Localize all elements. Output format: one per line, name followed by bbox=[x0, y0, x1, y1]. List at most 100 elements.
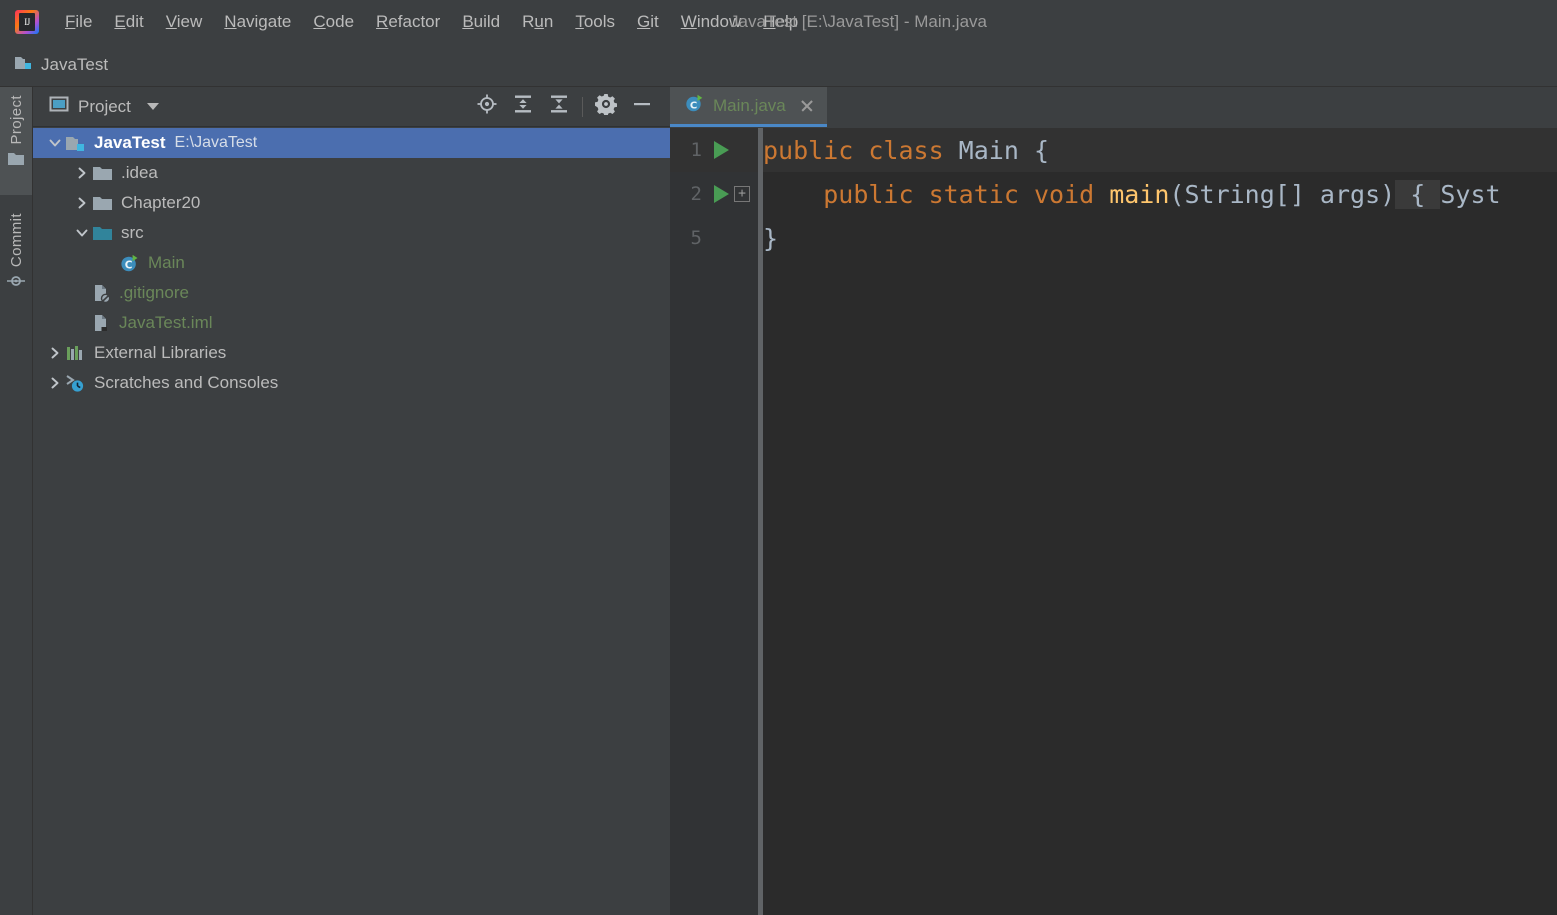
chevron-down-icon[interactable] bbox=[72, 218, 92, 248]
folded-code-region[interactable]: { bbox=[1395, 179, 1441, 209]
expand-all-icon bbox=[512, 93, 534, 120]
navigation-bar: JavaTest bbox=[0, 44, 1557, 87]
crosshair-target-icon bbox=[476, 93, 498, 120]
module-folder-icon bbox=[14, 54, 34, 77]
menu-help[interactable]: Help bbox=[752, 9, 809, 35]
project-panel-toolbar: Project bbox=[33, 87, 670, 127]
project-tool-window: Project JavaTest E:\JavaTest .idea Chapt… bbox=[33, 87, 670, 915]
java-class-run-icon: C bbox=[119, 253, 141, 274]
code-token: class bbox=[868, 135, 959, 165]
chevron-right-icon[interactable] bbox=[72, 158, 92, 188]
stripe-button-commit-label: Commit bbox=[7, 213, 25, 268]
code-token: public bbox=[823, 179, 929, 209]
collapse-all-icon bbox=[548, 93, 570, 120]
gear-icon bbox=[595, 93, 618, 120]
toolbar-separator bbox=[582, 96, 583, 117]
tree-row-label: JavaTest.iml bbox=[119, 313, 213, 332]
folder-icon bbox=[7, 151, 25, 172]
chevron-right-icon[interactable] bbox=[45, 368, 65, 398]
gutter-line-5[interactable]: 5 bbox=[670, 216, 758, 260]
line-number: 5 bbox=[690, 227, 702, 249]
menu-refactor[interactable]: Refactor bbox=[365, 9, 451, 35]
tree-row-label: .idea bbox=[121, 163, 158, 182]
project-view-icon bbox=[49, 95, 69, 118]
hide-panel-button[interactable] bbox=[627, 92, 657, 122]
code-token: static bbox=[928, 179, 1034, 209]
tree-row-idea[interactable]: .idea bbox=[33, 158, 670, 188]
chevron-right-icon[interactable] bbox=[72, 188, 92, 218]
code-token: { bbox=[1018, 135, 1049, 165]
code-token: Main bbox=[958, 135, 1019, 165]
run-gutter-icon[interactable] bbox=[714, 185, 729, 203]
menu-build[interactable]: Build bbox=[451, 9, 511, 35]
tree-row-src[interactable]: src bbox=[33, 218, 670, 248]
stripe-button-commit[interactable]: Commit bbox=[0, 205, 32, 315]
menu-view[interactable]: View bbox=[155, 9, 214, 35]
code-token: public bbox=[763, 135, 869, 165]
tree-row-chapter20[interactable]: Chapter20 bbox=[33, 188, 670, 218]
gutter-line-1[interactable]: 1 bbox=[670, 128, 758, 172]
module-folder-icon bbox=[65, 134, 87, 153]
chevron-down-icon[interactable] bbox=[146, 103, 159, 110]
breadcrumb-label: JavaTest bbox=[41, 55, 109, 74]
line-number: 1 bbox=[690, 139, 702, 161]
code-line-3[interactable]: } bbox=[763, 216, 1557, 260]
tree-row-label: Chapter20 bbox=[121, 193, 201, 212]
menu-edit[interactable]: Edit bbox=[103, 9, 154, 35]
collapse-all-button[interactable] bbox=[544, 92, 574, 122]
menu-git[interactable]: Git bbox=[626, 9, 670, 35]
project-tree[interactable]: JavaTest E:\JavaTest .idea Chapter20 src C Mai… bbox=[33, 128, 670, 915]
run-gutter-icon[interactable] bbox=[714, 141, 729, 159]
select-opened-file-button[interactable] bbox=[472, 92, 502, 122]
editor-gutter[interactable]: 1 2 + 5 bbox=[670, 128, 758, 915]
tree-row-label: Main bbox=[148, 253, 185, 272]
tree-row-external-libraries[interactable]: External Libraries bbox=[33, 338, 670, 368]
fold-expand-icon[interactable]: + bbox=[734, 186, 750, 202]
tree-row-label: src bbox=[121, 223, 144, 242]
code-token: main bbox=[1109, 179, 1170, 209]
menu-bar: File Edit View Navigate Code Refactor Build Run… bbox=[54, 0, 809, 44]
tree-row-label: JavaTest bbox=[94, 133, 166, 152]
menu-tools[interactable]: Tools bbox=[564, 9, 626, 35]
menu-run[interactable]: Run bbox=[511, 9, 564, 35]
tree-row-main[interactable]: C Main bbox=[33, 248, 670, 278]
close-icon[interactable] bbox=[799, 98, 815, 114]
source-folder-icon bbox=[92, 224, 114, 243]
gutter-line-2[interactable]: 2 + bbox=[670, 172, 758, 216]
menu-code[interactable]: Code bbox=[302, 9, 365, 35]
code-surface[interactable]: public class Main { public static void m… bbox=[763, 128, 1557, 915]
left-tool-window-stripe: Project Commit bbox=[0, 87, 33, 915]
scratches-icon bbox=[65, 373, 87, 393]
tree-row-label: .gitignore bbox=[119, 283, 189, 302]
settings-button[interactable] bbox=[591, 92, 621, 122]
stripe-button-project[interactable]: Project bbox=[0, 87, 32, 195]
folder-icon bbox=[92, 164, 114, 183]
stripe-button-project-label: Project bbox=[7, 95, 25, 145]
menu-file[interactable]: File bbox=[54, 9, 103, 35]
project-toolbar-actions bbox=[469, 92, 670, 122]
expand-all-button[interactable] bbox=[508, 92, 538, 122]
editor-tab-bar: C Main.java bbox=[670, 87, 1557, 128]
menu-window[interactable]: Window bbox=[670, 9, 752, 35]
tree-row-label: Scratches and Consoles bbox=[94, 373, 279, 392]
breadcrumb-javatest[interactable]: JavaTest bbox=[14, 54, 108, 77]
chevron-right-icon[interactable] bbox=[45, 338, 65, 368]
code-line-2[interactable]: public static void main (String[] args) {… bbox=[763, 172, 1557, 216]
minus-icon bbox=[631, 93, 653, 120]
tree-row-gitignore[interactable]: .gitignore bbox=[33, 278, 670, 308]
iml-file-icon bbox=[92, 313, 112, 334]
chevron-down-icon[interactable] bbox=[45, 128, 65, 158]
tree-row-javatest-iml[interactable]: JavaTest.iml bbox=[33, 308, 670, 338]
tree-row-path: E:\JavaTest bbox=[174, 134, 258, 151]
tree-row-javatest[interactable]: JavaTest E:\JavaTest bbox=[33, 128, 670, 158]
menu-navigate[interactable]: Navigate bbox=[213, 9, 302, 35]
project-view-selector[interactable]: Project bbox=[49, 95, 159, 118]
code-line-1[interactable]: public class Main { bbox=[763, 128, 1557, 172]
tree-row-scratches-and-consoles[interactable]: Scratches and Consoles bbox=[33, 368, 670, 398]
code-token: void bbox=[1033, 179, 1110, 209]
svg-text:C: C bbox=[690, 100, 697, 111]
tab-main-java[interactable]: C Main.java bbox=[670, 87, 827, 127]
